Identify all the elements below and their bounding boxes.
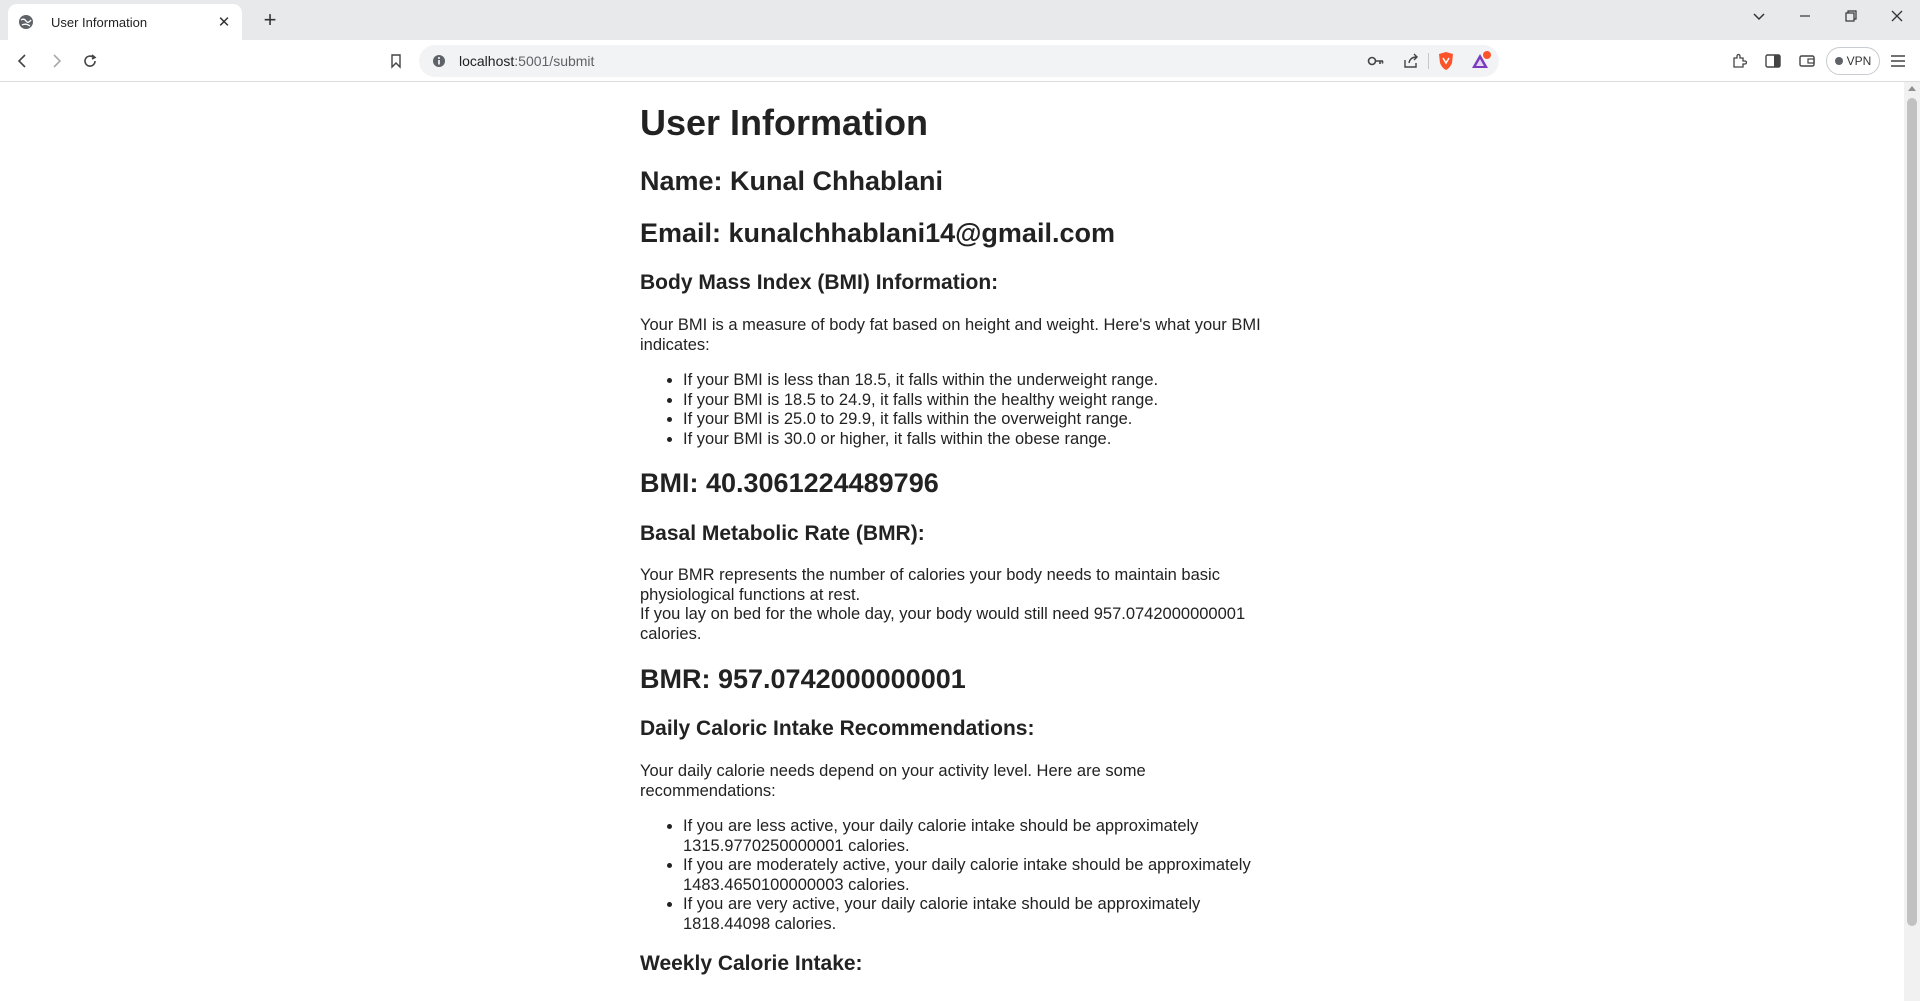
tab-title: User Information <box>51 14 148 30</box>
minimize-icon[interactable] <box>1790 4 1820 28</box>
site-info-icon[interactable] <box>427 49 451 73</box>
tab-user-information[interactable]: User Information ✕ <box>8 4 242 40</box>
back-arrow-icon[interactable] <box>11 49 35 73</box>
bmi-value-heading: BMI: 40.3061224489796 <box>640 468 939 498</box>
new-tab-button[interactable]: + <box>256 6 284 34</box>
key-icon[interactable] <box>1364 49 1388 73</box>
reload-icon[interactable] <box>78 49 102 73</box>
brave-rewards-icon[interactable] <box>1469 49 1493 73</box>
vpn-status-dot-icon <box>1834 57 1843 65</box>
list-item: If you are moderately active, your daily… <box>683 856 1280 895</box>
divider <box>1428 53 1429 69</box>
list-item: If you are less active, your daily calor… <box>683 817 1280 856</box>
globe-icon <box>18 14 34 30</box>
tab-strip: User Information ✕ + <box>0 0 1920 40</box>
tab-search-chevron-icon[interactable] <box>1744 4 1774 28</box>
intake-heading: Daily Caloric Intake Recommendations: <box>640 717 1035 740</box>
brave-shields-icon[interactable] <box>1434 49 1458 73</box>
list-item: If your BMI is 18.5 to 24.9, it falls wi… <box>683 391 1280 411</box>
vpn-button[interactable]: VPN <box>1826 47 1880 75</box>
url-path: :5001/submit <box>514 53 595 69</box>
bookmark-icon[interactable] <box>384 49 408 73</box>
scroll-up-arrow-icon[interactable] <box>1908 86 1916 91</box>
extensions-puzzle-icon[interactable] <box>1727 49 1751 73</box>
scroll-thumb[interactable] <box>1907 98 1917 926</box>
page-scrollbar[interactable] <box>1904 82 1920 1001</box>
user-email-heading: Email: kunalchhablani14@gmail.com <box>640 218 1115 248</box>
wallet-icon[interactable] <box>1795 49 1819 73</box>
forward-arrow-icon[interactable] <box>44 49 68 73</box>
page-title: User Information <box>640 102 929 143</box>
url-host: localhost <box>459 53 515 69</box>
intake-intro-text: Your daily calorie needs depend on your … <box>640 762 1146 800</box>
user-name-heading: Name: Kunal Chhablani <box>640 166 944 196</box>
url-text[interactable]: localhost:5001/submit <box>459 53 594 69</box>
bmr-description-line-1: Your BMR represents the number of calori… <box>640 566 1220 604</box>
bmr-heading: Basal Metabolic Rate (BMR): <box>640 522 925 545</box>
vpn-label: VPN <box>1846 54 1872 68</box>
bmi-ranges-list: If your BMI is less than 18.5, it falls … <box>640 371 1280 449</box>
bmi-intro-text: Your BMI is a measure of body fat based … <box>640 316 1261 354</box>
close-tab-icon[interactable]: ✕ <box>216 13 232 31</box>
list-item: If your BMI is 30.0 or higher, it falls … <box>683 430 1280 450</box>
bmi-info-heading: Body Mass Index (BMI) Information: <box>640 271 999 294</box>
bmr-description: Your BMR represents the number of calori… <box>640 566 1280 644</box>
restore-icon[interactable] <box>1836 4 1866 28</box>
share-icon[interactable] <box>1399 49 1423 73</box>
page-viewport: User Information Name: Kunal Chhablani E… <box>0 82 1904 1001</box>
bmr-description-line-2: If you lay on bed for the whole day, you… <box>640 605 1246 643</box>
weekly-intake-heading: Weekly Calorie Intake: <box>640 952 863 975</box>
address-bar[interactable]: localhost:5001/submit <box>419 45 1499 77</box>
browser-toolbar: localhost:5001/submit VPN <box>0 40 1920 82</box>
bmr-value-heading: BMR: 957.0742000000001 <box>640 664 966 694</box>
close-window-icon[interactable] <box>1882 4 1912 28</box>
list-item: If your BMI is 25.0 to 29.9, it falls wi… <box>683 410 1280 430</box>
intake-list: If you are less active, your daily calor… <box>640 817 1280 934</box>
list-item: If you are very active, your daily calor… <box>683 895 1280 934</box>
list-item: If your BMI is less than 18.5, it falls … <box>683 371 1280 391</box>
sidebar-icon[interactable] <box>1761 49 1785 73</box>
menu-hamburger-icon[interactable] <box>1886 49 1910 73</box>
